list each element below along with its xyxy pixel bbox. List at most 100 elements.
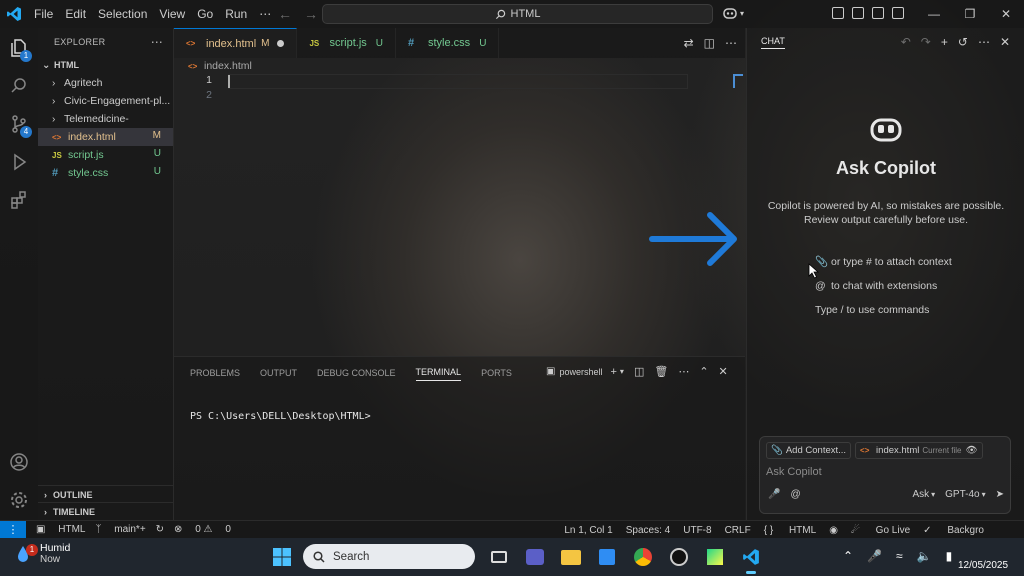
maximize-panel-icon[interactable]: ⌃ <box>699 365 708 378</box>
branch-status[interactable]: ᛉ main*+ <box>95 524 145 535</box>
date-display[interactable]: 12/05/2025 <box>958 560 1008 571</box>
store-icon[interactable] <box>594 544 620 570</box>
copilot-menu-button[interactable]: ▾ <box>722 6 744 20</box>
more-actions-icon[interactable]: ⋯ <box>151 35 163 49</box>
pycharm-icon[interactable] <box>702 544 728 570</box>
forward-arrow-icon[interactable]: → <box>304 6 318 22</box>
folder-item-agritech[interactable]: › Agritech <box>38 74 173 92</box>
close-icon[interactable]: ✕ <box>1000 35 1010 49</box>
encoding[interactable]: UTF-8 <box>683 525 711 536</box>
split-editor-icon[interactable]: ◫ <box>704 36 715 50</box>
add-context-button[interactable]: 📎 Add Context... <box>766 442 852 459</box>
current-file-chip[interactable]: <> index.html Current file 👁 <box>855 442 983 459</box>
toggle-secondary-sidebar-icon[interactable] <box>892 7 904 19</box>
microphone-icon[interactable]: 🎤 <box>768 489 780 500</box>
shell-name[interactable]: powershell <box>559 367 602 377</box>
unsaved-dot-icon[interactable] <box>277 40 285 47</box>
new-terminal-icon[interactable]: + <box>610 366 616 378</box>
weather-widget[interactable]: 1 Humid Now <box>12 542 70 565</box>
undo-icon[interactable]: ↶ <box>901 35 911 49</box>
more-actions-icon[interactable]: ⋯ <box>725 36 737 50</box>
tab-index-html[interactable]: <> index.html M <box>174 28 298 58</box>
tab-style-css[interactable]: # style.css U <box>396 28 500 58</box>
more-actions-icon[interactable]: ⋯ <box>978 35 990 49</box>
windows-start-icon[interactable] <box>272 547 292 567</box>
toggle-panel-icon[interactable] <box>872 7 884 19</box>
microphone-icon[interactable]: 🎤 <box>867 549 882 563</box>
vscode-taskbar-icon[interactable] <box>738 544 764 574</box>
background-status[interactable]: ✓ Backgro <box>923 525 984 536</box>
redo-icon[interactable]: ↷ <box>921 35 931 49</box>
menu-selection[interactable]: Selection <box>98 0 155 28</box>
sync-icon[interactable]: ↻ <box>156 524 164 535</box>
cursor-position[interactable]: Ln 1, Col 1 <box>564 525 612 536</box>
menu-view[interactable]: View <box>159 0 193 28</box>
folder-item-civic[interactable]: › Civic-Engagement-pl... <box>38 92 173 110</box>
more-actions-icon[interactable]: ⋯ <box>678 365 689 378</box>
minimize-icon[interactable]: — <box>916 0 952 28</box>
project-status[interactable]: ▣ HTML <box>36 524 85 535</box>
line-endings[interactable]: CRLF <box>725 525 751 536</box>
file-explorer-icon[interactable] <box>558 544 584 570</box>
teams-icon[interactable] <box>522 544 548 570</box>
back-arrow-icon[interactable]: ← <box>278 6 292 22</box>
wifi-icon[interactable]: ≈ <box>896 549 903 563</box>
outline-section[interactable]: › OUTLINE <box>38 485 174 503</box>
tab-terminal[interactable]: TERMINAL <box>415 367 462 381</box>
tab-ports[interactable]: PORTS <box>481 368 512 381</box>
account-icon[interactable] <box>9 452 29 472</box>
task-view-icon[interactable] <box>486 544 512 570</box>
settings-gear-icon[interactable] <box>9 490 29 510</box>
chevron-down-icon[interactable]: ▾ <box>620 367 624 376</box>
language-mode[interactable]: { } HTML <box>764 525 816 536</box>
file-item-index-html[interactable]: <> index.html M <box>38 128 173 146</box>
send-icon[interactable]: ➤ <box>996 489 1004 500</box>
chat-tab[interactable]: CHAT <box>761 36 785 49</box>
tab-problems[interactable]: PROBLEMS <box>190 368 240 381</box>
menu-go[interactable]: Go <box>197 0 221 28</box>
obs-icon[interactable] <box>666 544 692 570</box>
indentation[interactable]: Spaces: 4 <box>626 525 670 536</box>
taskbar-search[interactable]: Search <box>303 544 475 569</box>
tab-output[interactable]: OUTPUT <box>260 368 297 381</box>
extensions-icon[interactable] <box>9 190 29 210</box>
folder-item-telemedicine[interactable]: › Telemedicine- <box>38 110 173 128</box>
close-window-icon[interactable]: ✕ <box>988 0 1024 28</box>
close-panel-icon[interactable]: ✕ <box>719 365 728 378</box>
model-picker[interactable]: GPT-4o <box>945 489 979 500</box>
workspace-root[interactable]: ⌄ HTML <box>38 56 173 74</box>
mode-picker[interactable]: Ask <box>912 489 929 500</box>
current-line-highlight[interactable] <box>228 74 688 89</box>
breadcrumb-item[interactable]: index.html <box>204 60 252 72</box>
tab-debug-console[interactable]: DEBUG CONSOLE <box>317 368 396 381</box>
menu-file[interactable]: File <box>34 0 61 28</box>
menu-more[interactable]: ⋯ <box>259 0 279 28</box>
minimap[interactable] <box>733 74 743 88</box>
compare-changes-icon[interactable]: ⇄ <box>684 36 694 50</box>
terminal-prompt[interactable]: PS C:\Users\DELL\Desktop\HTML> <box>190 411 371 422</box>
toggle-sidebar-icon[interactable] <box>852 7 864 19</box>
customize-layout-icon[interactable] <box>832 7 844 19</box>
battery-icon[interactable]: ▮ <box>946 549 953 563</box>
search-icon[interactable] <box>9 76 29 96</box>
at-sign-icon[interactable]: @ <box>790 489 800 500</box>
trash-icon[interactable]: 🗑 <box>654 365 668 378</box>
history-icon[interactable]: ↺ <box>958 35 968 49</box>
chat-input-field[interactable]: Ask Copilot <box>766 466 822 478</box>
new-chat-icon[interactable]: + <box>941 35 948 49</box>
remote-indicator-icon[interactable]: ⋮ <box>0 520 26 539</box>
menu-edit[interactable]: Edit <box>65 0 94 28</box>
copilot-status-icon[interactable]: ◉ <box>829 525 838 536</box>
timeline-section[interactable]: › TIMELINE <box>38 502 174 520</box>
restore-icon[interactable]: ❐ <box>952 0 988 28</box>
menu-run[interactable]: Run <box>225 0 255 28</box>
go-live-button[interactable]: ☄ Go Live <box>851 525 910 536</box>
file-item-style-css[interactable]: # style.css U <box>38 164 173 182</box>
command-center-search[interactable]: HTML <box>322 4 713 24</box>
tray-chevron-up-icon[interactable]: ⌃ <box>843 549 853 563</box>
eye-icon[interactable]: 👁 <box>965 445 977 456</box>
problems-status[interactable]: ⊗ 0 ⚠ 0 <box>174 524 231 535</box>
tab-script-js[interactable]: JS script.js U <box>297 28 396 58</box>
run-debug-icon[interactable] <box>9 152 29 172</box>
file-item-script-js[interactable]: JS script.js U <box>38 146 173 164</box>
